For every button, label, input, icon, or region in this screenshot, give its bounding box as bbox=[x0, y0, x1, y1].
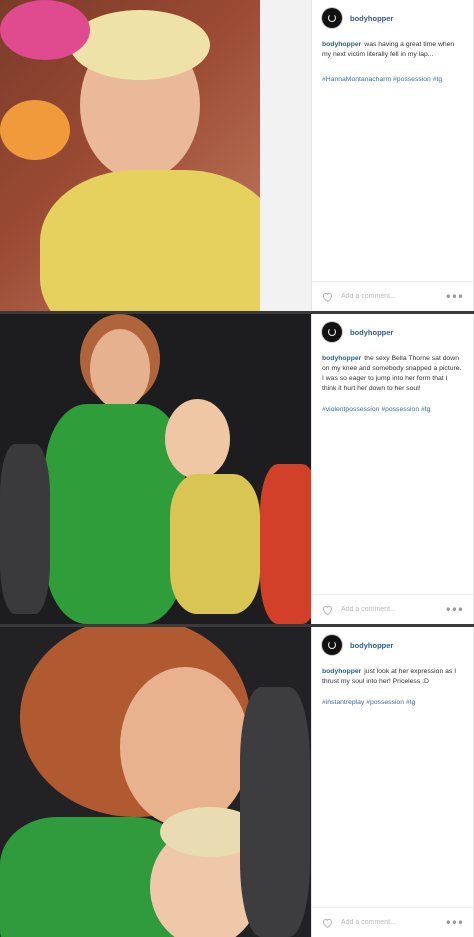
heart-icon[interactable] bbox=[322, 918, 333, 928]
caption-username[interactable]: bodyhopper bbox=[322, 41, 361, 48]
comment-input[interactable] bbox=[341, 293, 437, 300]
comment-input[interactable] bbox=[341, 919, 437, 926]
avatar-icon[interactable] bbox=[322, 635, 342, 655]
post-caption: bodyhopper was having a great time when m… bbox=[322, 40, 463, 60]
post-caption: bodyhopper just look at her expression as… bbox=[322, 667, 463, 687]
post-header: bodyhopper bbox=[322, 8, 467, 28]
photo-background-person bbox=[0, 444, 50, 614]
heart-icon[interactable] bbox=[322, 605, 333, 615]
post-photo bbox=[0, 627, 311, 937]
photo-figure-face bbox=[120, 667, 250, 827]
post-photo bbox=[0, 314, 311, 624]
post-photo bbox=[0, 0, 311, 311]
post-2: bodyhopper bodyhopper the sexy Bella Thor… bbox=[0, 314, 474, 624]
comment-bar: ••• bbox=[312, 594, 473, 624]
post-hashtags[interactable]: #violentpossession #possession #tg bbox=[322, 406, 463, 413]
photo-background-person bbox=[260, 464, 311, 624]
post-sidebar: bodyhopper bodyhopper the sexy Bella Thor… bbox=[311, 314, 474, 624]
photo-wall bbox=[260, 0, 311, 311]
comment-bar: ••• bbox=[312, 281, 473, 311]
photo-figure-hair bbox=[70, 10, 210, 80]
more-options-icon[interactable]: ••• bbox=[445, 290, 464, 304]
post-header: bodyhopper bbox=[322, 635, 467, 655]
photo-decoration bbox=[0, 100, 70, 160]
comment-bar: ••• bbox=[312, 907, 473, 937]
username-link[interactable]: bodyhopper bbox=[350, 328, 393, 337]
post-sidebar: bodyhopper bodyhopper just look at her ex… bbox=[311, 627, 474, 937]
photo-decoration bbox=[0, 0, 90, 60]
caption-username[interactable]: bodyhopper bbox=[322, 355, 361, 362]
photo-background-person bbox=[240, 687, 310, 937]
more-options-icon[interactable]: ••• bbox=[445, 916, 464, 930]
avatar-icon[interactable] bbox=[322, 8, 342, 28]
post-caption: bodyhopper the sexy Bella Thorne sat down… bbox=[322, 354, 463, 394]
photo-figure-body bbox=[45, 404, 185, 624]
post-sidebar: bodyhopper bodyhopper was having a great … bbox=[311, 0, 474, 311]
post-hashtags[interactable]: #instantreplay #possession #tg bbox=[322, 699, 463, 706]
comment-input[interactable] bbox=[341, 606, 437, 613]
post-hashtags[interactable]: #HannaMontanacharm #possession #tg bbox=[322, 76, 463, 83]
post-1: bodyhopper bodyhopper was having a great … bbox=[0, 0, 474, 311]
username-link[interactable]: bodyhopper bbox=[350, 641, 393, 650]
username-link[interactable]: bodyhopper bbox=[350, 14, 393, 23]
post-header: bodyhopper bbox=[322, 322, 467, 342]
photo-figure-face bbox=[90, 329, 150, 409]
photo-figure-body bbox=[40, 170, 280, 311]
more-options-icon[interactable]: ••• bbox=[445, 603, 464, 617]
heart-icon[interactable] bbox=[322, 292, 333, 302]
avatar-icon[interactable] bbox=[322, 322, 342, 342]
post-3: bodyhopper bodyhopper just look at her ex… bbox=[0, 627, 474, 937]
photo-figure-body bbox=[170, 474, 260, 614]
caption-username[interactable]: bodyhopper bbox=[322, 668, 361, 675]
photo-figure-face bbox=[165, 399, 230, 479]
